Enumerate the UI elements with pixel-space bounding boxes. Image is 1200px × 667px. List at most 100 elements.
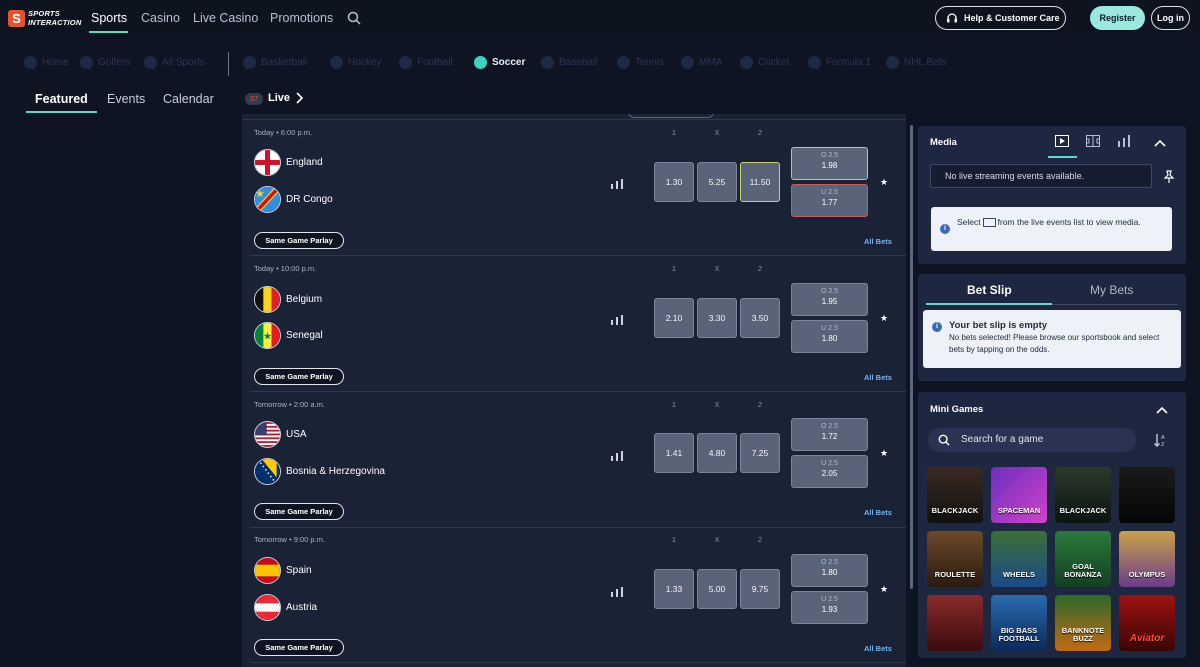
help-customer-care-button[interactable]: Help & Customer Care	[935, 6, 1066, 30]
sport-cricket[interactable]: Cricket	[740, 56, 789, 69]
chevron-up-icon[interactable]	[1156, 406, 1168, 414]
favorite-star-icon[interactable]: ★	[880, 448, 888, 459]
stream-select[interactable]: No live streaming events available.	[930, 164, 1152, 188]
game-tile[interactable]	[1119, 467, 1175, 523]
nav-sports[interactable]: Sports	[91, 11, 127, 25]
game-tile[interactable]: OLYMPUS	[1119, 531, 1175, 587]
field-tracker-icon[interactable]	[1086, 135, 1100, 147]
stats-icon[interactable]	[610, 315, 624, 325]
sport-nhl-bets[interactable]: NHL Bets	[886, 56, 946, 69]
sport-home[interactable]: Home	[24, 56, 69, 69]
col-home: 1	[671, 128, 677, 137]
over-button[interactable]: O 2.5 1.80	[791, 554, 868, 587]
sport-football[interactable]: Football	[399, 56, 453, 69]
login-button[interactable]: Log in	[1151, 6, 1190, 30]
all-bets-link[interactable]: All Bets	[864, 373, 892, 382]
events-scrollbar[interactable]	[910, 125, 913, 589]
events-list: Today • 6:00 p.m. 1 X 2 England DR Congo…	[242, 114, 906, 667]
over-button[interactable]: O 2.5 1.72	[791, 418, 868, 451]
all-bets-link[interactable]: All Bets	[864, 508, 892, 517]
collapsed-parlay-pill[interactable]	[628, 114, 714, 118]
sport-all[interactable]: All Sports	[144, 56, 205, 69]
same-game-parlay-button[interactable]: Same Game Parlay	[254, 232, 344, 249]
sport-formula1[interactable]: Formula 1	[808, 56, 871, 69]
col-draw: X	[714, 400, 720, 409]
cricket-icon	[740, 56, 753, 69]
nav-casino[interactable]: Casino	[141, 11, 180, 25]
nav-live-casino[interactable]: Live Casino	[193, 11, 258, 25]
game-tile[interactable]: BIG BASS FOOTBALL	[991, 595, 1047, 651]
belgium-flag-icon	[254, 286, 281, 313]
search-icon[interactable]	[347, 11, 361, 25]
odds-home-button[interactable]: 1.33	[654, 569, 694, 609]
sport-tennis[interactable]: Tennis	[617, 56, 664, 69]
stats-icon[interactable]	[610, 451, 624, 461]
under-button[interactable]: U 2.5 2.05	[791, 455, 868, 488]
register-button[interactable]: Register	[1090, 6, 1145, 30]
same-game-parlay-button[interactable]: Same Game Parlay	[254, 639, 344, 656]
same-game-parlay-button[interactable]: Same Game Parlay	[254, 503, 344, 520]
odds-draw-button[interactable]: 3.30	[697, 298, 737, 338]
under-button[interactable]: U 2.5 1.80	[791, 320, 868, 353]
sport-basketball[interactable]: Basketball	[243, 56, 307, 69]
under-button[interactable]: U 2.5 1.77	[791, 184, 868, 217]
game-tile[interactable]	[927, 595, 983, 651]
odds-home-button[interactable]: 2.10	[654, 298, 694, 338]
game-tile[interactable]: ROULETTE	[927, 531, 983, 587]
odds-draw-button[interactable]: 5.00	[697, 569, 737, 609]
active-nav-underline	[89, 31, 128, 33]
svg-text:A: A	[1161, 435, 1165, 441]
game-tile[interactable]: BLACKJACK	[1055, 467, 1111, 523]
team-name: England	[286, 157, 323, 168]
tab-calendar[interactable]: Calendar	[163, 92, 214, 106]
sport-mma[interactable]: MMA	[681, 56, 722, 69]
game-tile[interactable]: BLACKJACK	[927, 467, 983, 523]
game-tile[interactable]: SPACEMAN	[991, 467, 1047, 523]
sort-icon[interactable]: AZ	[1154, 433, 1168, 447]
odds-home-button[interactable]: 1.41	[654, 433, 694, 473]
team-name: USA	[286, 429, 307, 440]
sports-interaction-logo[interactable]: S SPORTS INTERACTION	[8, 9, 84, 28]
stats-icon[interactable]	[610, 179, 624, 189]
tennis-icon	[617, 56, 630, 69]
tab-featured[interactable]: Featured	[35, 92, 88, 106]
game-tile[interactable]: GOAL BONANZA	[1055, 531, 1111, 587]
odds-away-button[interactable]: 3.50	[740, 298, 780, 338]
over-button[interactable]: O 2.5 1.98	[791, 147, 868, 180]
odds-draw-button[interactable]: 5.25	[697, 162, 737, 202]
favorite-star-icon[interactable]: ★	[880, 584, 888, 595]
tab-my-bets[interactable]: My Bets	[1090, 283, 1133, 297]
favorite-star-icon[interactable]: ★	[880, 313, 888, 324]
odds-away-button[interactable]: 7.25	[740, 433, 780, 473]
chevron-up-icon[interactable]	[1154, 139, 1166, 147]
sport-soccer[interactable]: Soccer	[474, 56, 525, 69]
game-tile[interactable]: WHEELS	[991, 531, 1047, 587]
odds-away-button[interactable]: 11.50	[740, 162, 780, 202]
stats-icon[interactable]	[610, 587, 624, 597]
pin-icon[interactable]	[1162, 170, 1176, 184]
sport-golfers[interactable]: Golfers	[80, 56, 130, 69]
sport-baseball[interactable]: Baseball	[541, 56, 597, 69]
live-link[interactable]: Live	[268, 92, 290, 104]
tab-bet-slip[interactable]: Bet Slip	[967, 283, 1012, 297]
game-search-input[interactable]: Search for a game	[928, 428, 1136, 452]
austria-flag-icon	[254, 594, 281, 621]
game-tile[interactable]: BANKNOTE BUZZ	[1055, 595, 1111, 651]
game-tile[interactable]: Aviator	[1119, 595, 1175, 651]
same-game-parlay-button[interactable]: Same Game Parlay	[254, 368, 344, 385]
chevron-right-icon[interactable]	[294, 92, 304, 104]
over-button[interactable]: O 2.5 1.95	[791, 283, 868, 316]
odds-home-button[interactable]: 1.30	[654, 162, 694, 202]
all-bets-link[interactable]: All Bets	[864, 644, 892, 653]
nav-promotions[interactable]: Promotions	[270, 11, 333, 25]
favorite-star-icon[interactable]: ★	[880, 177, 888, 188]
all-bets-link[interactable]: All Bets	[864, 237, 892, 246]
odds-draw-button[interactable]: 4.80	[697, 433, 737, 473]
sport-hockey[interactable]: Hockey	[330, 56, 381, 69]
stats-icon[interactable]	[1117, 135, 1131, 147]
play-video-icon[interactable]	[1055, 135, 1069, 147]
under-button[interactable]: U 2.5 1.93	[791, 591, 868, 624]
tab-events[interactable]: Events	[107, 92, 145, 106]
odds-away-button[interactable]: 9.75	[740, 569, 780, 609]
field-tracker-icon	[982, 218, 996, 228]
